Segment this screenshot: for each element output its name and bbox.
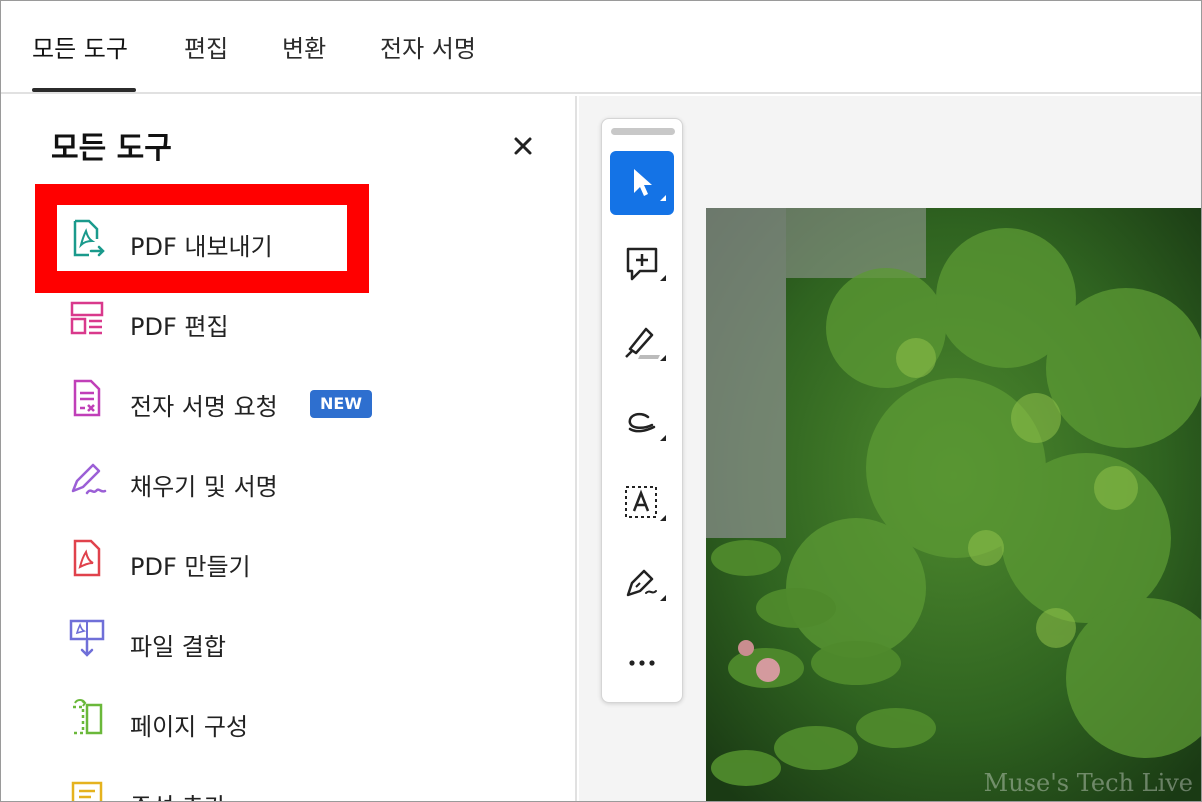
tool-label: 페이지 구성 [130, 713, 249, 741]
tab-edit[interactable]: 편집 [184, 29, 228, 64]
tab-e-sign[interactable]: 전자 서명 [380, 29, 476, 64]
request-signature-icon [67, 377, 107, 421]
fill-sign-icon [67, 457, 107, 501]
tool-combine-files[interactable]: 파일 결합 [67, 617, 547, 665]
close-icon[interactable] [509, 132, 537, 160]
tool-label: 전자 서명 요청 [130, 393, 278, 421]
active-tab-indicator [32, 88, 136, 92]
tool-label: PDF 만들기 [130, 553, 251, 581]
add-comment-icon[interactable] [610, 231, 674, 295]
edit-pdf-icon [67, 297, 107, 341]
tool-add-comment[interactable]: 주석 추가 [67, 777, 547, 801]
add-comment-icon [67, 777, 107, 801]
app-window: 모든 도구 편집 변환 전자 서명 모든 도구 PDF 내보내기 PDF 편집 … [0, 0, 1202, 802]
organize-pages-icon [67, 697, 107, 741]
tab-convert[interactable]: 변환 [282, 29, 326, 64]
more-icon[interactable] [610, 631, 674, 695]
tool-request-signature[interactable]: 전자 서명 요청 NEW [67, 377, 547, 425]
add-text-icon[interactable] [610, 471, 674, 535]
export-pdf-icon [67, 217, 107, 261]
top-tab-bar: 모든 도구 편집 변환 전자 서명 [1, 1, 1201, 94]
draw-freeform-icon[interactable] [610, 391, 674, 455]
tool-label: 파일 결합 [130, 633, 226, 661]
tool-create-pdf[interactable]: PDF 만들기 [67, 537, 547, 585]
all-tools-panel: 모든 도구 PDF 내보내기 PDF 편집 전자 서명 요청 NEW 채우기 및… [1, 96, 577, 801]
create-pdf-icon [67, 537, 107, 581]
combine-files-icon [67, 617, 107, 661]
tool-organize-pages[interactable]: 페이지 구성 [67, 697, 547, 745]
highlight-icon[interactable] [610, 311, 674, 375]
select-cursor-icon[interactable] [610, 151, 674, 215]
tool-fill-sign[interactable]: 채우기 및 서명 [67, 457, 547, 505]
tool-label: PDF 내보내기 [130, 233, 273, 261]
panel-title: 모든 도구 [51, 131, 172, 166]
tool-label: 주석 추가 [130, 787, 226, 801]
quick-tools-toolbar [601, 118, 683, 703]
document-photo: Muse's Tech Live [706, 208, 1201, 801]
tool-edit-pdf[interactable]: PDF 편집 [67, 297, 547, 345]
tool-label: 채우기 및 서명 [130, 473, 278, 501]
tool-label: PDF 편집 [130, 313, 229, 341]
tool-export-pdf[interactable]: PDF 내보내기 [67, 217, 547, 265]
tab-all-tools[interactable]: 모든 도구 [32, 29, 128, 64]
watermark-text: Muse's Tech Live [983, 769, 1193, 797]
sign-pen-icon[interactable] [610, 551, 674, 615]
toolbar-drag-handle[interactable] [611, 128, 675, 135]
new-badge: NEW [310, 390, 372, 418]
